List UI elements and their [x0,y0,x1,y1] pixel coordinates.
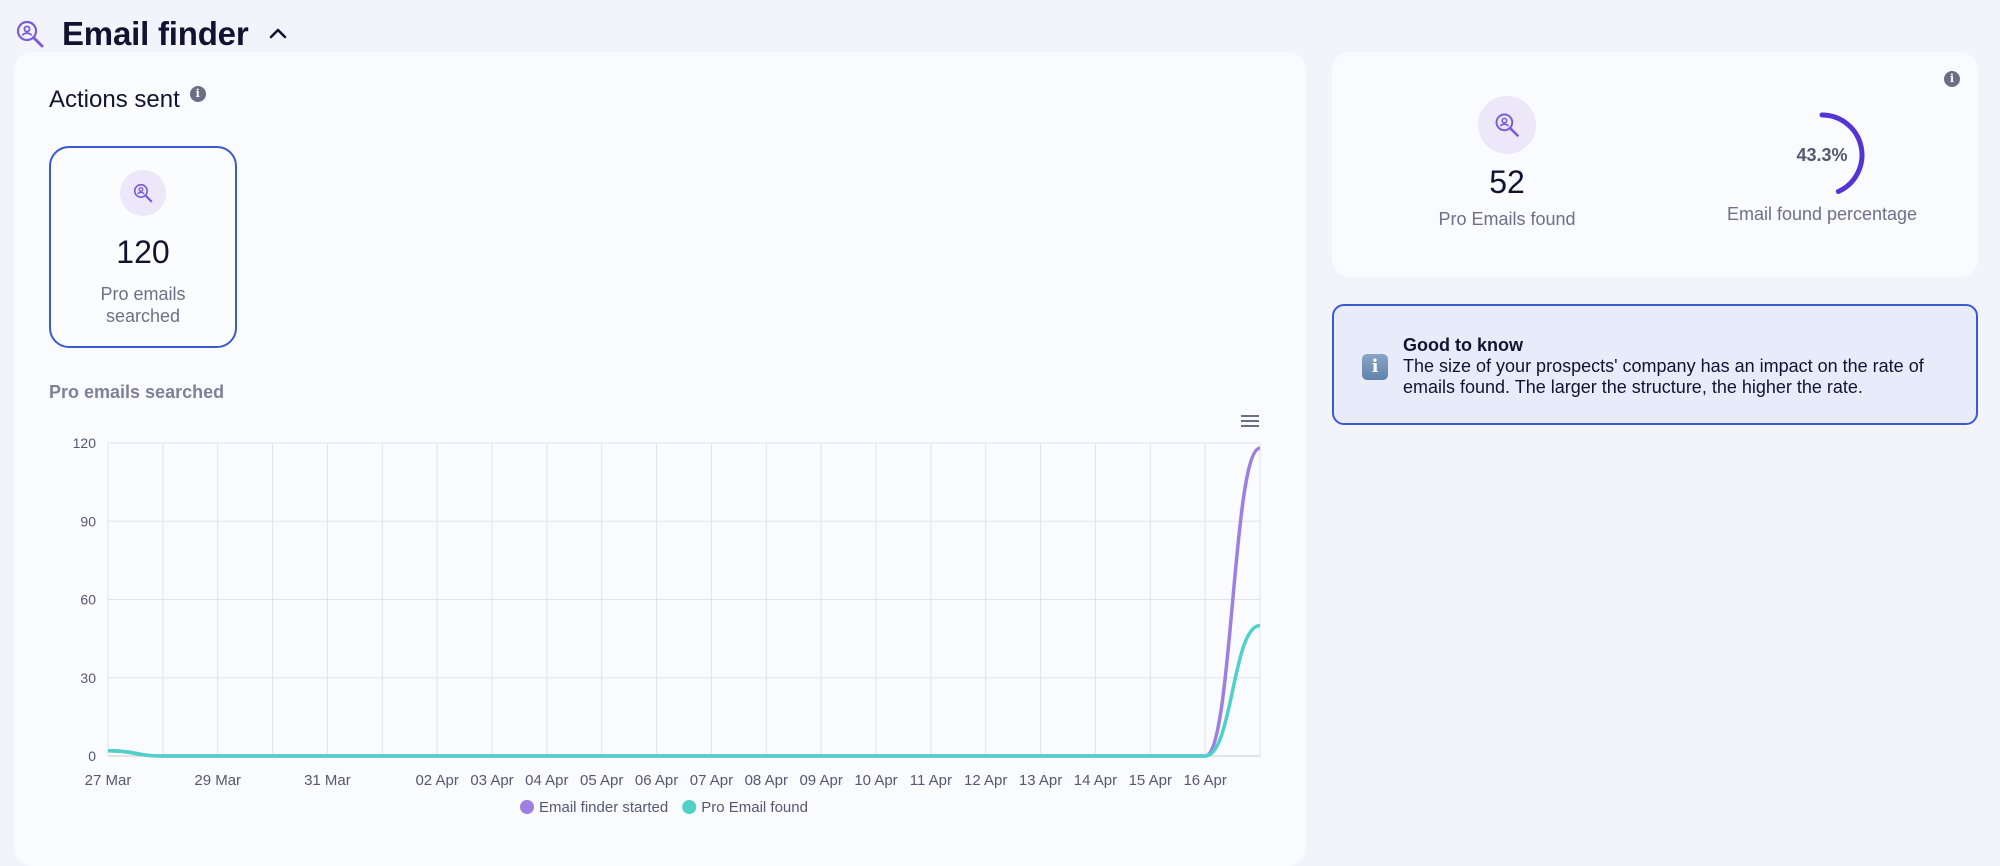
percentage-gauge: 43.3% [1777,110,1867,200]
percentage-value: 43.3% [1796,144,1848,165]
x-tick-label: 15 Apr [1129,772,1172,789]
good-to-know-notice: i Good to know The size of your prospect… [1332,304,1978,425]
line-chart: 0 30 60 90 120 27 Mar 29 Mar 31 Mar 02 Apr 03 Apr… [73,435,1261,816]
x-tick-label: 06 Apr [635,772,678,789]
legend-marker [682,800,697,814]
info-icon: i [1362,354,1388,380]
notice-title: Good to know [1403,335,1523,355]
x-tick-label: 29 Mar [194,772,241,789]
pro-emails-found-metric: 52 Pro Emails found [1422,96,1592,230]
chevron-up-icon[interactable] [266,22,290,46]
x-tick-label: 04 Apr [525,772,568,789]
y-tick-label: 0 [88,748,96,764]
email-found-percentage-metric: 43.3% Email found percentage [1702,110,1942,225]
x-tick-label: 02 Apr [415,772,458,789]
metric-label: Email found percentage [1726,204,1918,224]
x-tick-label: 05 Apr [580,772,623,789]
x-tick-label: 14 Apr [1074,772,1117,789]
search-person-icon [16,20,44,48]
summary-card: i 52 Pro Emails found 43.3% Email found … [1332,52,1978,277]
x-tick-label: 09 Apr [799,772,842,789]
search-person-icon [1478,96,1536,154]
metric-value: 52 [1489,164,1525,200]
x-tick-label: 31 Mar [304,772,351,789]
x-tick-label: 07 Apr [690,772,733,789]
metric-label: Pro Emails found [1438,209,1576,229]
legend-label: Email finder started [539,799,668,816]
x-tick-label: 08 Apr [745,772,788,789]
x-tick-label: 27 Mar [85,772,132,789]
series-line [107,446,1261,758]
legend-label: Pro Email found [701,799,808,816]
x-tick-label: 12 Apr [964,772,1007,789]
y-tick-label: 120 [73,435,97,451]
y-tick-label: 60 [80,592,96,608]
x-tick-label: 11 Apr [910,772,952,789]
x-tick-label: 16 Apr [1183,772,1226,789]
x-tick-label: 10 Apr [854,772,897,789]
x-tick-label: 03 Apr [470,772,513,789]
page-title: Email finder [62,15,249,52]
x-tick-label: 13 Apr [1019,772,1062,789]
y-tick-label: 30 [80,670,96,686]
series-line [107,623,1261,758]
legend-marker [520,800,534,814]
info-icon[interactable]: i [1944,71,1960,87]
actions-sent-card: Actions sent i 120 Pro emails searched P… [14,52,1306,866]
section-header: Email finder [14,14,290,54]
notice-text: The size of your prospects' company has … [1403,356,1924,397]
y-tick-label: 90 [80,513,96,529]
